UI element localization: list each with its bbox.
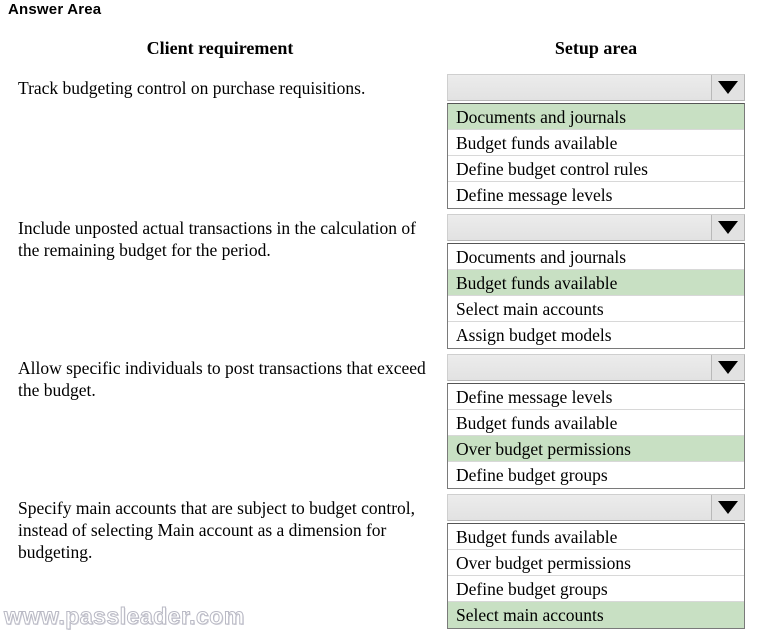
dropdown-option-list[interactable]: Documents and journals Budget funds avai… [447,243,745,349]
dropdown-selected-value[interactable] [448,495,712,520]
requirement-text: Include unposted actual transactions in … [18,218,416,260]
dropdown-option[interactable]: Define message levels [448,182,744,208]
dropdown-option[interactable]: Select main accounts [448,296,744,322]
chevron-down-icon[interactable] [711,495,744,520]
column-header-setup-area: Setup area [554,38,638,58]
dropdown-option[interactable]: Budget funds available [448,524,744,550]
setup-area-dropdown[interactable]: Define message levels Budget funds avail… [447,354,745,489]
page-title: Answer Area [8,1,102,18]
chevron-down-icon[interactable] [711,355,744,380]
table-row: Specify main accounts that are subject t… [0,494,768,637]
dropdown-option[interactable]: Documents and journals [448,104,744,130]
dropdown-option-list[interactable]: Define message levels Budget funds avail… [447,383,745,489]
requirement-text: Specify main accounts that are subject t… [18,498,416,562]
dropdown-option[interactable]: Documents and journals [448,244,744,270]
table-row: Include unposted actual transactions in … [0,214,768,354]
column-header-client-requirement: Client requirement [146,38,294,58]
dropdown-option[interactable]: Budget funds available [448,270,744,296]
dropdown-header[interactable] [447,494,745,521]
dropdown-header[interactable] [447,74,745,101]
setup-area-dropdown[interactable]: Documents and journals Budget funds avai… [447,214,745,349]
table-row: Allow specific individuals to post trans… [0,354,768,494]
dropdown-option-list[interactable]: Budget funds available Over budget permi… [447,523,745,629]
dropdown-option[interactable]: Budget funds available [448,410,744,436]
dropdown-option[interactable]: Define budget groups [448,576,744,602]
dropdown-header[interactable] [447,354,745,381]
dropdown-option[interactable]: Assign budget models [448,322,744,348]
dropdown-option[interactable]: Select main accounts [448,602,744,628]
requirement-text: Allow specific individuals to post trans… [18,358,426,400]
dropdown-option[interactable]: Define budget control rules [448,156,744,182]
dropdown-option-list[interactable]: Documents and journals Budget funds avai… [447,103,745,209]
setup-area-dropdown[interactable]: Budget funds available Over budget permi… [447,494,745,629]
table-row: Track budgeting control on purchase requ… [0,74,768,214]
dropdown-selected-value[interactable] [448,215,712,240]
dropdown-selected-value[interactable] [448,75,712,100]
chevron-down-icon[interactable] [711,215,744,240]
dropdown-option[interactable]: Over budget permissions [448,550,744,576]
chevron-down-icon[interactable] [711,75,744,100]
dropdown-option[interactable]: Budget funds available [448,130,744,156]
requirement-text: Track budgeting control on purchase requ… [18,78,366,98]
dropdown-selected-value[interactable] [448,355,712,380]
setup-area-dropdown[interactable]: Documents and journals Budget funds avai… [447,74,745,209]
dropdown-option[interactable]: Define message levels [448,384,744,410]
dropdown-option[interactable]: Define budget groups [448,462,744,488]
dropdown-header[interactable] [447,214,745,241]
dropdown-option[interactable]: Over budget permissions [448,436,744,462]
